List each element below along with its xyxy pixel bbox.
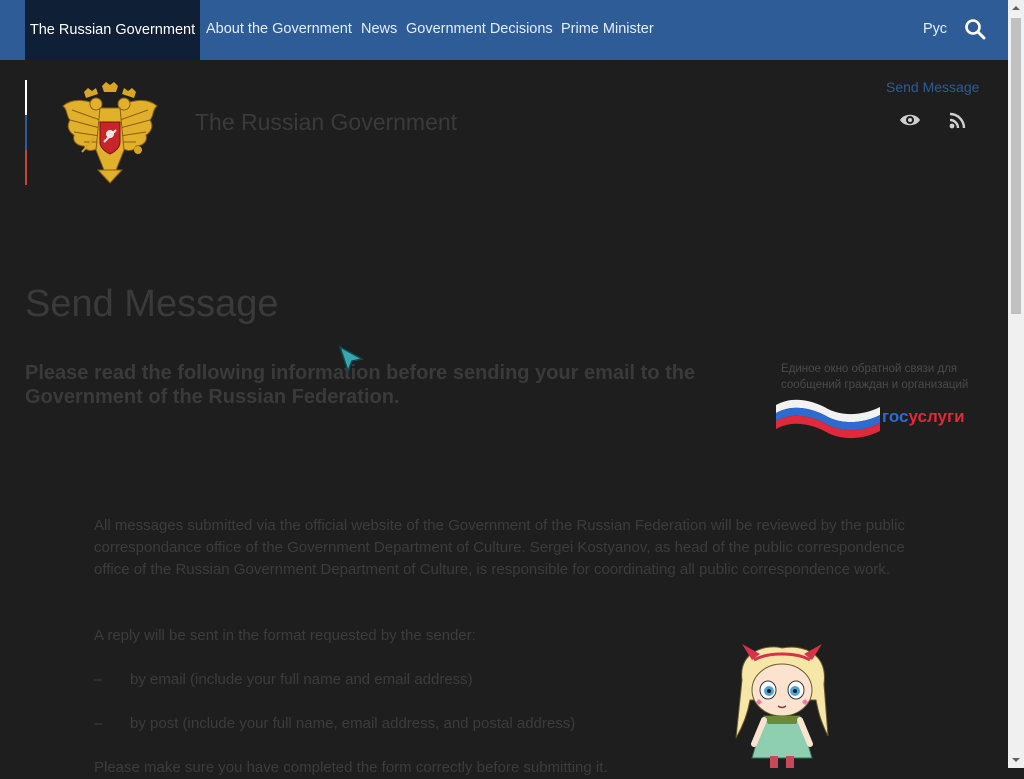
nav-item-prime-minister[interactable]: Prime Minister	[561, 20, 654, 38]
list-item-text: by email (include your full name and ema…	[130, 671, 473, 688]
rss-icon[interactable]	[949, 112, 966, 129]
paragraph-review: All messages submitted via the official …	[94, 517, 905, 578]
gosuslugi-text: Единое окно обратной связи для сообщений…	[781, 363, 969, 391]
list-item: – by post (include your full name, email …	[94, 713, 575, 735]
nav-brand[interactable]: The Russian Government	[25, 0, 200, 60]
list-dash: –	[94, 715, 103, 732]
page-title: Send Message	[25, 283, 279, 325]
tricolor-stripe	[25, 80, 27, 185]
list-item-text: by post (include your full name, email a…	[130, 715, 576, 732]
eye-icon[interactable]	[898, 110, 922, 130]
list-dash: –	[94, 671, 103, 688]
mouse-cursor-icon	[338, 345, 365, 374]
list-item: – by email (include your full name and em…	[94, 669, 473, 691]
nav-item-news[interactable]: News	[361, 20, 397, 38]
gosuslugi-wordmark: госуслуги	[882, 407, 965, 426]
language-switch[interactable]: Рус	[923, 20, 947, 38]
gosuslugi-logo[interactable]: госуслуги	[774, 397, 969, 441]
scrollbar-thumb[interactable]	[1011, 18, 1021, 314]
vertical-scrollbar[interactable]	[1008, 0, 1024, 768]
coat-of-arms-emblem[interactable]	[60, 80, 160, 185]
top-navigation: The Russian Government About the Governm…	[0, 0, 1008, 60]
scroll-up-arrow-icon[interactable]	[1008, 0, 1024, 16]
site-title[interactable]: The Russian Government	[195, 109, 457, 136]
nav-item-decisions[interactable]: Government Decisions	[406, 20, 553, 38]
search-icon[interactable]	[964, 18, 986, 40]
gosuslugi-banner[interactable]: Единое окно обратной связи для сообщений…	[776, 362, 971, 441]
intro-text: Please read the following information be…	[25, 362, 696, 408]
cartoon-mascot-image	[735, 644, 829, 768]
send-message-link[interactable]: Send Message	[886, 79, 979, 95]
nav-item-about[interactable]: About the Government	[206, 20, 352, 38]
russian-flag-icon	[776, 399, 880, 439]
scroll-down-arrow-icon[interactable]	[1008, 752, 1024, 768]
